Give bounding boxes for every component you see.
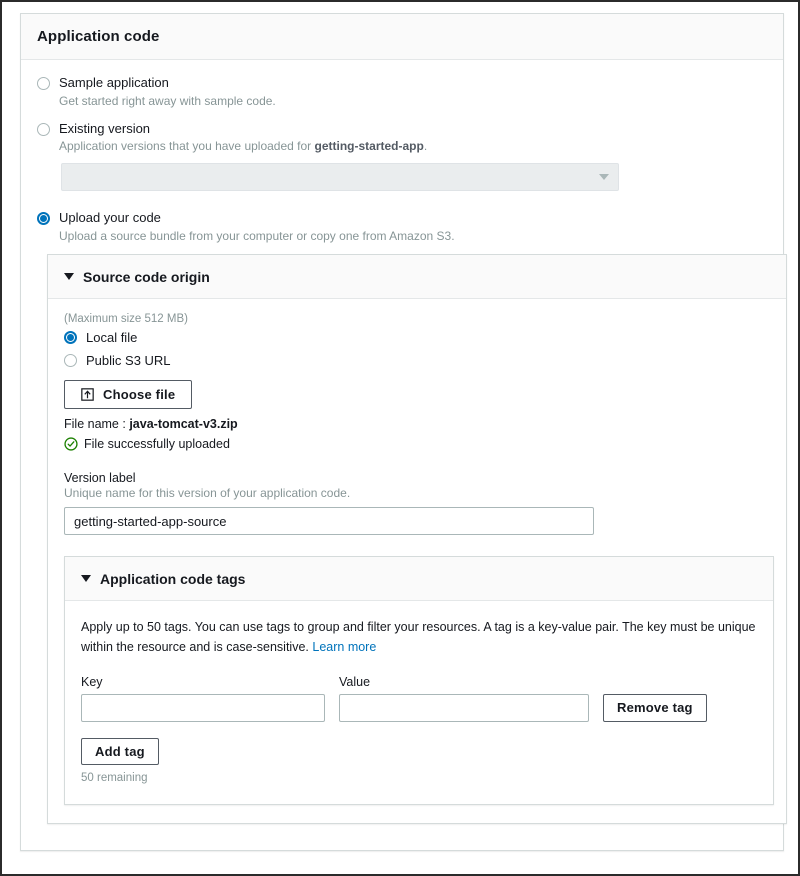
option-existing-version-text: Existing version Application versions th… xyxy=(59,120,427,155)
tags-description: Apply up to 50 tags. You can use tags to… xyxy=(81,618,757,657)
option-existing-version[interactable]: Existing version Application versions th… xyxy=(37,120,767,155)
option-local-file[interactable]: Local file xyxy=(64,330,770,345)
screenshot-frame: Application code Sample application Get … xyxy=(0,0,800,876)
radio-sample-application[interactable] xyxy=(37,77,50,90)
tag-key-group: Key xyxy=(81,675,325,722)
option-local-file-label: Local file xyxy=(86,330,138,346)
tag-value-label: Value xyxy=(339,674,371,689)
desc-suffix: . xyxy=(423,139,428,154)
radio-upload-your-code[interactable] xyxy=(37,212,50,226)
tag-key-label: Key xyxy=(81,674,103,689)
tag-key-input[interactable] xyxy=(81,693,325,722)
option-existing-version-label: Existing version xyxy=(59,120,151,136)
card-header: Application code xyxy=(21,14,783,60)
card-body: Sample application Get started right awa… xyxy=(21,60,787,850)
option-upload-your-code[interactable]: Upload your code Upload a source bundle … xyxy=(37,209,767,244)
file-name-prefix: File name : xyxy=(64,417,126,432)
file-name-row: File name : java-tomcat-v3.zip xyxy=(64,417,770,431)
radio-existing-version[interactable] xyxy=(37,122,50,136)
desc-app-name: getting-started-app xyxy=(314,139,424,154)
existing-version-select[interactable] xyxy=(61,163,619,192)
source-code-origin-header[interactable]: Source code origin xyxy=(48,255,786,300)
radio-local-file[interactable] xyxy=(64,331,77,345)
tag-value-input[interactable] xyxy=(339,693,589,722)
option-public-s3-url-label: Public S3 URL xyxy=(86,353,171,369)
file-name-value: java-tomcat-v3.zip xyxy=(129,417,238,432)
source-code-origin-body: (Maximum size 512 MB) Local file Public … xyxy=(48,299,786,823)
chevron-down-icon xyxy=(599,174,609,181)
source-code-origin-title: Source code origin xyxy=(83,268,210,285)
option-upload-your-code-description: Upload a source bundle from your compute… xyxy=(59,229,455,244)
tag-value-group: Value xyxy=(339,675,589,722)
triangle-down-icon[interactable] xyxy=(64,273,74,281)
version-label-hint: Unique name for this version of your app… xyxy=(64,486,351,501)
application-code-tags-header[interactable]: Application code tags xyxy=(65,557,773,602)
option-upload-your-code-label: Upload your code xyxy=(59,210,161,226)
max-size-note: (Maximum size 512 MB) xyxy=(64,313,188,326)
choose-file-button[interactable]: Choose file xyxy=(64,380,193,410)
desc-prefix: Application versions that you have uploa… xyxy=(59,139,315,154)
triangle-down-icon[interactable] xyxy=(81,575,91,583)
tag-row: Key Value Remove tag xyxy=(81,675,757,722)
option-sample-application-label: Sample application xyxy=(59,75,169,90)
option-existing-version-description: Application versions that you have uploa… xyxy=(59,138,427,154)
application-code-card: Application code Sample application Get … xyxy=(20,13,787,851)
remove-tag-button[interactable]: Remove tag xyxy=(603,693,707,722)
option-public-s3-url[interactable]: Public S3 URL xyxy=(64,353,770,368)
tags-description-text: Apply up to 50 tags. You can use tags to… xyxy=(81,620,756,654)
option-sample-application-description: Get started right away with sample code. xyxy=(59,93,276,108)
page-title: Application code xyxy=(37,28,160,45)
choose-file-label: Choose file xyxy=(103,387,176,403)
application-code-tags-title: Application code tags xyxy=(100,570,246,587)
application-code-tags-body: Apply up to 50 tags. You can use tags to… xyxy=(65,601,773,804)
source-code-origin-panel: Source code origin (Maximum size 512 MB)… xyxy=(47,254,787,824)
radio-public-s3-url[interactable] xyxy=(64,354,77,368)
add-tag-button[interactable]: Add tag xyxy=(81,737,159,765)
tags-remaining: 50 remaining xyxy=(81,771,148,784)
option-sample-application[interactable]: Sample application Get started right awa… xyxy=(37,74,767,109)
upload-status: File successfully uploaded xyxy=(64,437,770,451)
upload-status-label: File successfully uploaded xyxy=(84,437,230,452)
version-label-field: Version label Unique name for this versi… xyxy=(64,471,770,536)
application-code-tags-panel: Application code tags Apply up to 50 tag… xyxy=(64,556,774,805)
version-label-title: Version label xyxy=(64,471,136,486)
check-circle-icon xyxy=(64,437,78,451)
option-upload-your-code-text: Upload your code Upload a source bundle … xyxy=(59,209,455,244)
version-label-input[interactable] xyxy=(64,507,594,536)
upload-icon xyxy=(81,388,94,401)
option-sample-application-text: Sample application Get started right awa… xyxy=(59,74,276,109)
learn-more-link[interactable]: Learn more xyxy=(312,640,376,654)
